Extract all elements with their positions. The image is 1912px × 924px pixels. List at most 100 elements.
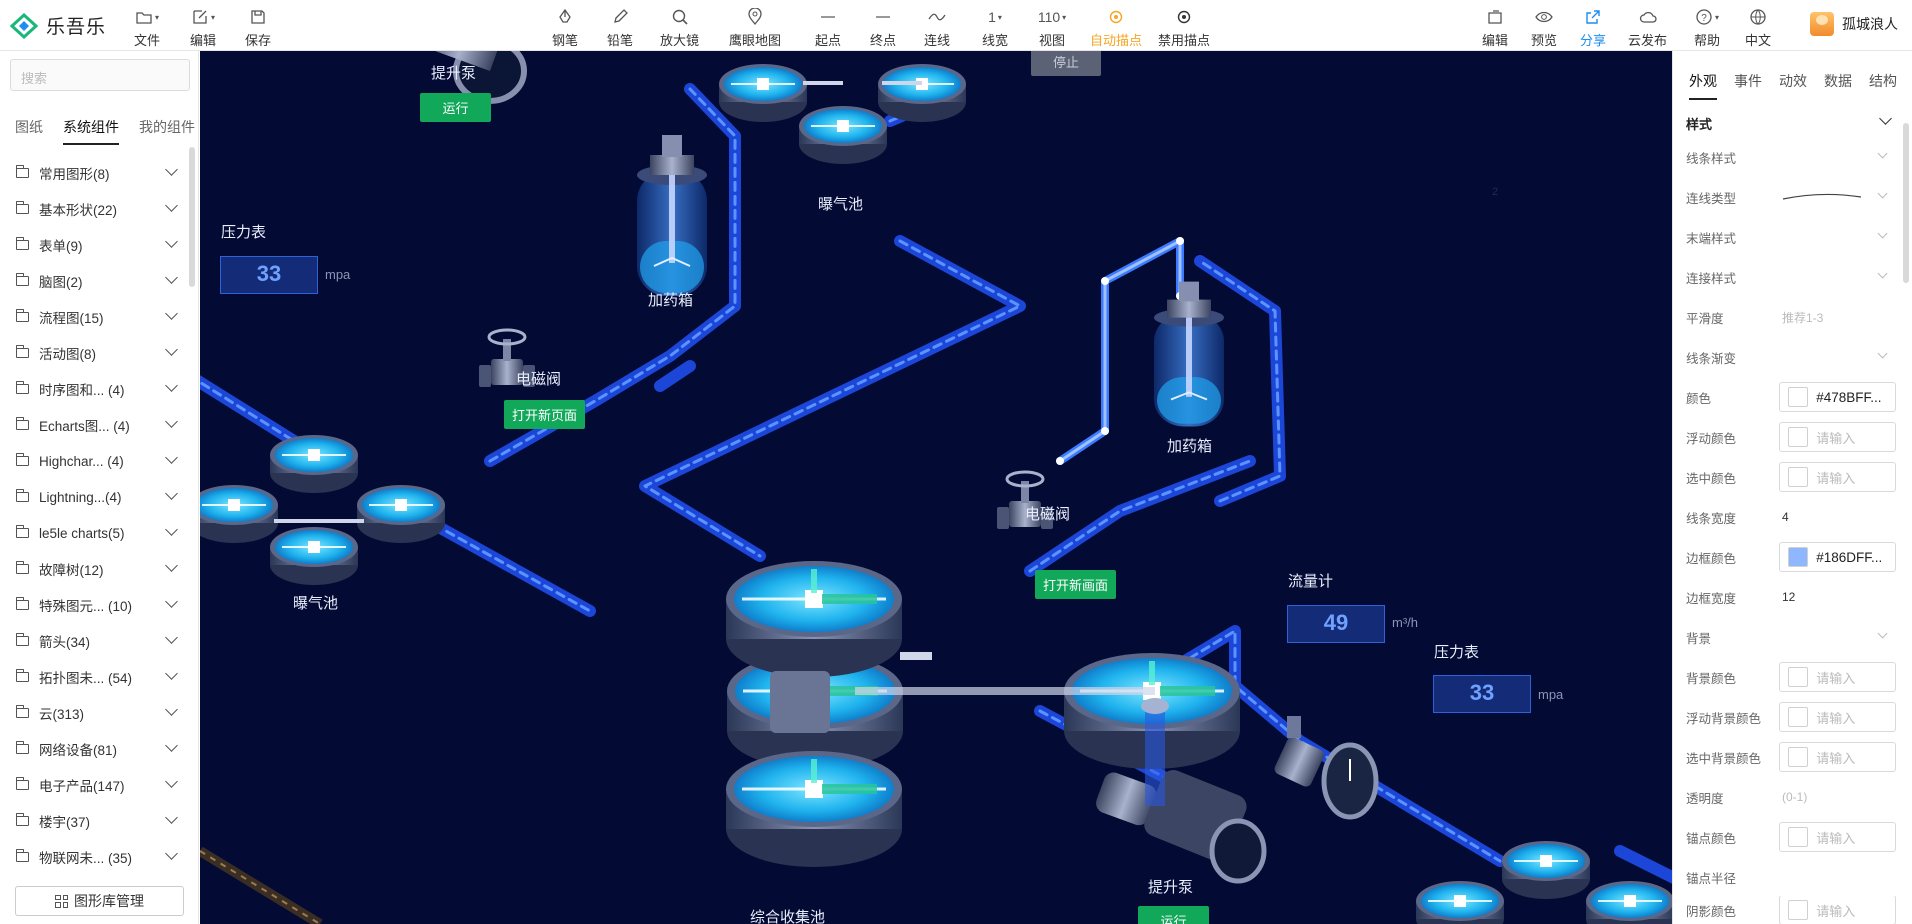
library-manage-button[interactable]: 图形库管理 — [15, 886, 184, 916]
share-button[interactable]: 分享 — [1576, 6, 1610, 49]
tab-events[interactable]: 事件 — [1734, 71, 1762, 100]
selected-color-picker[interactable]: 请输入 — [1779, 462, 1896, 492]
end-style-row[interactable]: 末端样式 — [1686, 221, 1896, 253]
line-gradient-row[interactable]: 线条渐变 — [1686, 341, 1896, 373]
edit-mode-button[interactable]: 编辑 — [1478, 6, 1512, 49]
edit-page-icon — [1488, 10, 1502, 24]
background-row[interactable]: 背景 — [1686, 621, 1896, 653]
search-input[interactable]: 搜索 — [10, 59, 190, 91]
save-button[interactable]: 保存 — [241, 6, 275, 49]
disable-anchor-toggle[interactable]: 禁用描点 — [1158, 6, 1210, 49]
save-icon — [251, 10, 265, 24]
list-item[interactable]: 箭头(34) — [0, 623, 190, 659]
list-item[interactable]: 基本形状(22) — [0, 191, 190, 227]
connect-type-row[interactable]: 连线类型 — [1686, 181, 1896, 213]
line-width-dropdown[interactable]: 1 ▾ 线宽 — [978, 6, 1012, 49]
zoom-dropdown[interactable]: 110 ▾ 视图 — [1035, 6, 1069, 49]
open-new-page-button[interactable]: 打开新页面 — [504, 400, 586, 429]
stop-button[interactable]: 停止 — [1031, 51, 1101, 76]
end-point-tool[interactable]: 终点 — [866, 6, 900, 49]
anchor-color-picker[interactable]: 请输入 — [1779, 822, 1896, 852]
file-menu[interactable]: ▾ 文件 — [130, 6, 164, 49]
cloud-publish-button[interactable]: 云发布 — [1628, 6, 1667, 49]
tab-data[interactable]: 数据 — [1824, 71, 1852, 100]
list-item[interactable]: 表单(9) — [0, 227, 190, 263]
help-menu[interactable]: ? ▾ 帮助 — [1690, 6, 1724, 49]
list-item[interactable]: 脑图(2) — [0, 263, 190, 299]
magnifier-tool[interactable]: 放大镜 — [660, 6, 699, 49]
category-label: 活动图(8) — [39, 347, 96, 362]
selected-bg-color-picker[interactable]: 请输入 — [1779, 742, 1896, 772]
eagle-map-tool[interactable]: 鹰眼地图 — [729, 6, 781, 49]
list-item[interactable]: 特殊图元... (10) — [0, 587, 190, 623]
list-item[interactable]: 物联网未... (35) — [0, 839, 190, 875]
start-point-tool[interactable]: 起点 — [811, 6, 845, 49]
list-item[interactable]: 电子产品(147) — [0, 767, 190, 803]
chevron-down-icon — [165, 343, 178, 356]
pen-tool[interactable]: 钢笔 — [548, 6, 582, 49]
opacity-input[interactable]: (0-1) — [1782, 790, 1807, 804]
pressure-gauge-device[interactable] — [1321, 742, 1379, 820]
chevron-down-icon — [165, 523, 178, 536]
hover-bg-color-picker[interactable]: 请输入 — [1779, 702, 1896, 732]
bg-color-picker[interactable]: 请输入 — [1779, 662, 1896, 692]
list-item[interactable]: Echarts图... (4) — [0, 407, 190, 443]
list-item[interactable]: Highchar... (4) — [0, 443, 190, 479]
list-item[interactable]: 故障树(12) — [0, 551, 190, 587]
aeration-basin-top[interactable] — [719, 64, 966, 164]
tab-drawings[interactable]: 图纸 — [15, 117, 43, 145]
border-color-picker[interactable]: #186DFF... — [1779, 542, 1896, 572]
hover-color-picker[interactable]: 请输入 — [1779, 422, 1896, 452]
tab-system-components[interactable]: 系统组件 — [63, 117, 119, 145]
list-item[interactable]: 流程图(15) — [0, 299, 190, 335]
list-item[interactable]: 网络设备(81) — [0, 731, 190, 767]
connect-line-tool[interactable]: 连线 — [920, 6, 954, 49]
line-style-row[interactable]: 线条样式 — [1686, 141, 1896, 173]
list-item[interactable]: Lightning...(4) — [0, 479, 190, 515]
list-item[interactable]: le5le charts(5) — [0, 515, 190, 551]
dosing-tank-2[interactable] — [1153, 280, 1225, 428]
folder-icon — [16, 561, 29, 574]
style-section-header[interactable]: 样式 — [1686, 112, 1896, 133]
dosing-tank-1[interactable] — [636, 134, 708, 297]
run-button-top[interactable]: 运行 — [420, 93, 491, 122]
scrollbar[interactable] — [1903, 123, 1909, 283]
smoothness-input[interactable]: 推荐1-3 — [1782, 309, 1823, 326]
list-item[interactable]: 活动图(8) — [0, 335, 190, 371]
valve-label-1: 电磁阀 — [516, 371, 562, 388]
list-item[interactable]: 时序图和... (4) — [0, 371, 190, 407]
user-menu[interactable]: 孤城浪人 — [1810, 12, 1898, 36]
list-item[interactable]: 拓扑图未... (54) — [0, 659, 190, 695]
run-button-bottom[interactable]: 运行 — [1138, 906, 1209, 924]
edit-icon — [193, 10, 207, 24]
scrollbar[interactable] — [189, 147, 195, 287]
color-picker[interactable]: #478BFF... — [1779, 382, 1896, 412]
join-style-row[interactable]: 连接样式 — [1686, 261, 1896, 293]
tab-animation[interactable]: 动效 — [1779, 71, 1807, 100]
preview-button[interactable]: 预览 — [1527, 6, 1561, 49]
border-width-input[interactable]: 12 — [1782, 590, 1795, 604]
edit-menu[interactable]: ▾ 编辑 — [186, 6, 220, 49]
language-switch[interactable]: 中文 — [1741, 6, 1775, 49]
category-label: Lightning...(4) — [39, 489, 122, 505]
list-item[interactable]: 楼宇(37) — [0, 803, 190, 839]
user-name: 孤城浪人 — [1842, 16, 1898, 32]
component-tabs: 图纸 系统组件 我的组件 — [15, 117, 195, 145]
line-width-input[interactable]: 4 — [1782, 510, 1789, 524]
list-item[interactable]: 常用图形(8) — [0, 155, 190, 191]
tab-appearance[interactable]: 外观 — [1689, 71, 1717, 100]
map-pin-icon — [748, 8, 762, 26]
open-new-screen-button[interactable]: 打开新画面 — [1035, 570, 1117, 599]
valve-label-2: 电磁阀 — [1025, 506, 1071, 523]
drawing-canvas[interactable]: 2 停止 提升泵 运行 压力表 33 mpa 加药箱 电磁阀 打开新页面 曝气池… — [200, 51, 1672, 924]
shadow-color-picker[interactable]: 请输入 — [1779, 896, 1896, 924]
folder-icon — [16, 381, 29, 394]
pencil-tool[interactable]: 铅笔 — [603, 6, 637, 49]
aeration-basin-left[interactable] — [200, 435, 445, 585]
auto-anchor-toggle[interactable]: 自动描点 — [1090, 6, 1142, 49]
tab-my-components[interactable]: 我的组件 — [139, 117, 195, 145]
app-logo[interactable]: 乐吾乐 — [10, 12, 106, 39]
folder-icon — [16, 201, 29, 214]
tab-structure[interactable]: 结构 — [1869, 71, 1897, 100]
list-item[interactable]: 云(313) — [0, 695, 190, 731]
